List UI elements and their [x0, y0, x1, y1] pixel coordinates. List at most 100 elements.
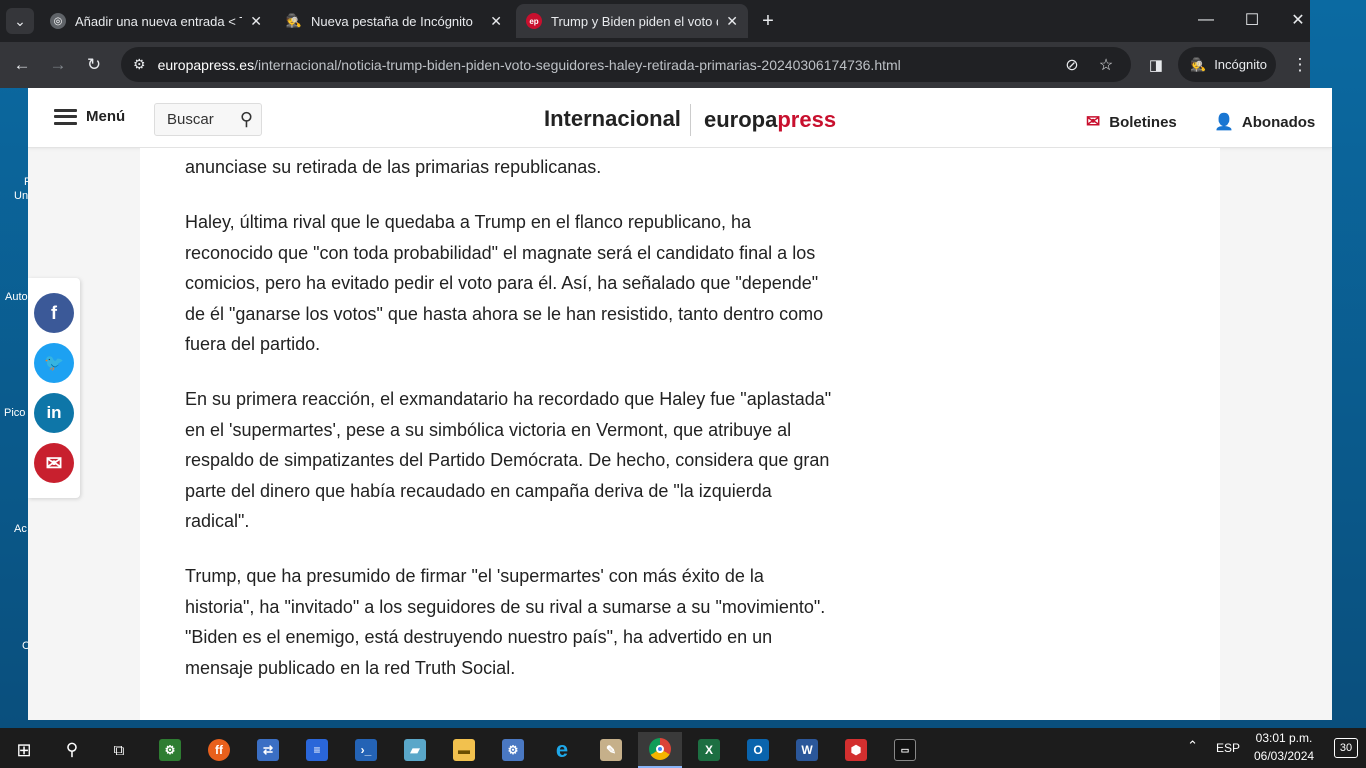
tab-title: Añadir una nueva entrada < Tac: [75, 13, 243, 29]
header-divider: [690, 104, 691, 136]
minimize-button[interactable]: —: [1183, 0, 1229, 40]
forward-button[interactable]: →: [44, 51, 72, 79]
desktop-icon-label[interactable]: Pico: [4, 407, 25, 419]
taskbar-excel[interactable]: X: [687, 732, 731, 768]
taskbar-app[interactable]: ⚙: [148, 732, 192, 768]
red-app-icon: ⬢: [845, 739, 867, 761]
europapress-favicon-icon: ep: [526, 13, 542, 29]
chevron-up-icon[interactable]: ⌃: [1187, 738, 1198, 754]
start-button[interactable]: ⊞: [2, 732, 46, 768]
taskbar-firefox[interactable]: ff: [197, 732, 241, 768]
email-share-button[interactable]: ✉: [34, 443, 74, 483]
tab-title: Trump y Biden piden el voto de: [551, 13, 719, 29]
subscribers-label: Abonados: [1241, 113, 1316, 131]
web-page: Menú Buscar ⚲ Internacional europapress …: [28, 88, 1332, 720]
tab-trump-biden[interactable]: ep Trump y Biden piden el voto de ✕: [516, 4, 748, 38]
email-icon: ✉: [45, 452, 63, 475]
windows-taskbar: ⊞ ⚲ ⧉ ⚙ ff ⇄ ≡ ›_ ▰ ▬ ⚙ e ✎ X O W ⬢ ▭ ⌃ …: [0, 728, 1366, 768]
control-panel-icon: ⚙: [502, 739, 524, 761]
more-vertical-icon: ⋮: [1291, 55, 1309, 74]
incognito-icon: 🕵: [285, 13, 303, 28]
site-info-icon[interactable]: ⚙: [133, 56, 146, 73]
close-icon[interactable]: ✕: [490, 13, 502, 30]
folder-icon: ▬: [453, 739, 475, 761]
close-icon: ✕: [1291, 12, 1305, 29]
url-host: europapress.es: [157, 56, 255, 73]
taskbar-terminal[interactable]: ▭: [883, 732, 927, 768]
tab-search-button[interactable]: ⌄: [6, 8, 34, 34]
envelope-icon: ✉: [1086, 112, 1101, 131]
url-text: europapress.es/internacional/noticia-tru…: [158, 57, 901, 73]
address-bar[interactable]: ⚙ europapress.es/internacional/noticia-t…: [121, 47, 1131, 82]
newsletters-link[interactable]: ✉ Boletines: [1086, 112, 1177, 132]
subscribers-link[interactable]: 👤 Abonados: [1214, 112, 1315, 132]
desktop-icon-label[interactable]: Un: [14, 190, 28, 202]
menu-button[interactable]: Menú: [54, 108, 125, 125]
eye-off-icon[interactable]: ⊘: [1061, 54, 1083, 76]
browser-menu-button[interactable]: ⋮: [1286, 51, 1314, 79]
section-title[interactable]: Internacional: [544, 106, 681, 132]
linkedin-icon: in: [46, 403, 62, 422]
word-icon: W: [796, 739, 818, 761]
url-path: /internacional/noticia-trump-biden-piden…: [254, 56, 901, 73]
paint-icon: ✎: [600, 739, 622, 761]
tab-strip: ⌄ ◎ Añadir una nueva entrada < Tac ✕ 🕵 N…: [0, 0, 1310, 42]
taskbar-app[interactable]: ⚙: [491, 732, 535, 768]
linkedin-share-button[interactable]: in: [34, 393, 74, 433]
article-paragraph: Trump, que ha presumido de firmar "el 's…: [185, 566, 826, 678]
tab-add-entry[interactable]: ◎ Añadir una nueva entrada < Tac ✕: [40, 4, 272, 38]
close-icon[interactable]: ✕: [726, 13, 738, 30]
site-logo[interactable]: europapress: [704, 107, 836, 133]
close-window-button[interactable]: ✕: [1275, 0, 1321, 40]
taskbar-app[interactable]: ⬢: [834, 732, 878, 768]
taskbar-ie[interactable]: e: [540, 732, 584, 768]
taskbar-explorer[interactable]: ▬: [442, 732, 486, 768]
arrow-right-icon: →: [49, 55, 67, 74]
side-panel-button[interactable]: ◨: [1142, 51, 1170, 79]
article-body: anunciase su retirada de las primarias r…: [140, 148, 1220, 720]
incognito-indicator[interactable]: 🕵 Incógnito: [1178, 47, 1276, 82]
twitter-icon: 🐦: [44, 355, 64, 372]
back-button[interactable]: ←: [8, 51, 36, 79]
twitter-share-button[interactable]: 🐦: [34, 343, 74, 383]
clock-date[interactable]: 06/03/2024: [1254, 749, 1314, 763]
reload-button[interactable]: ↻: [80, 51, 108, 79]
taskbar-docs[interactable]: ≡: [295, 732, 339, 768]
taskbar-app[interactable]: ⇄: [246, 732, 290, 768]
browser-toolbar: ← → ↻ ⚙ europapress.es/internacional/not…: [0, 42, 1310, 88]
language-indicator[interactable]: ESP: [1216, 741, 1240, 755]
site-header: Menú Buscar ⚲ Internacional europapress …: [28, 88, 1332, 148]
taskbar-powershell[interactable]: ›_: [344, 732, 388, 768]
logo-part-2: press: [777, 107, 837, 132]
search-icon[interactable]: ⚲: [240, 109, 253, 130]
network-icon: ⇄: [257, 739, 279, 761]
facebook-share-button[interactable]: f: [34, 293, 74, 333]
facebook-icon: f: [51, 302, 57, 323]
search-input[interactable]: Buscar ⚲: [154, 103, 262, 136]
task-view-button[interactable]: ⧉: [97, 732, 141, 768]
desktop-icon-label[interactable]: Auto: [5, 291, 28, 303]
menu-label: Menú: [86, 108, 126, 125]
taskbar-search-button[interactable]: ⚲: [50, 732, 94, 768]
notifications-badge[interactable]: 30: [1334, 738, 1358, 758]
notes-icon: ▰: [404, 739, 426, 761]
document-icon: ≡: [306, 739, 328, 761]
desktop-icon-label[interactable]: Ac: [14, 523, 27, 535]
taskbar-app[interactable]: ▰: [393, 732, 437, 768]
star-icon[interactable]: ☆: [1095, 54, 1117, 76]
windows-logo-icon: ⊞: [16, 739, 32, 760]
chrome-icon: [649, 738, 671, 760]
close-icon[interactable]: ✕: [250, 13, 262, 30]
chevron-down-icon: ⌄: [14, 12, 26, 29]
tab-incognito-newtab[interactable]: 🕵 Nueva pestaña de Incógnito ✕: [276, 4, 512, 38]
taskbar-outlook[interactable]: O: [736, 732, 780, 768]
article-paragraph: Haley, última rival que le quedaba a Tru…: [185, 212, 824, 354]
taskbar-chrome[interactable]: [638, 732, 682, 768]
taskbar-word[interactable]: W: [785, 732, 829, 768]
side-panel-icon: ◨: [1148, 57, 1164, 74]
clock-time[interactable]: 03:01 p.m.: [1254, 731, 1314, 745]
user-icon: 👤: [1214, 114, 1234, 131]
taskbar-paint[interactable]: ✎: [589, 732, 633, 768]
new-tab-button[interactable]: +: [754, 8, 782, 34]
maximize-button[interactable]: ☐: [1229, 0, 1275, 40]
